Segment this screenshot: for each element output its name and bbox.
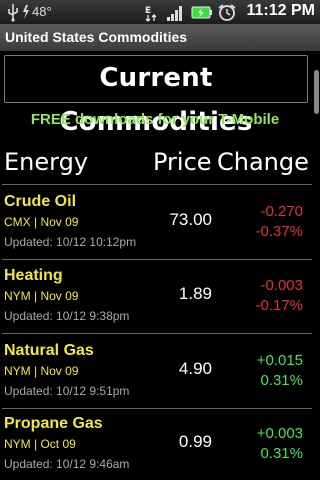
change-percent: 0.31% — [260, 372, 303, 389]
commodity-updated: Updated: 10/12 9:38pm — [4, 309, 130, 323]
commodity-exchange: NYM | Nov 09 — [4, 364, 79, 378]
change-value: -0.270 — [260, 203, 303, 220]
commodity-exchange: NYM | Oct 09 — [4, 437, 76, 451]
divider — [2, 184, 312, 185]
page-title: Current Commodities — [59, 63, 253, 137]
battery-icon — [191, 6, 212, 19]
commodity-name: Heating — [4, 267, 63, 284]
change-value: +0.003 — [256, 425, 303, 442]
commodity-price: 1.89 — [178, 284, 212, 303]
commodity-row-heating[interactable]: Heating NYM | Nov 09 Updated: 10/12 9:38… — [0, 267, 312, 341]
commodity-price: 4.90 — [178, 359, 212, 378]
alarm-icon — [218, 4, 236, 21]
commodity-row-crude-oil[interactable]: Crude Oil CMX | Nov 09 Updated: 10/12 10… — [0, 193, 312, 267]
status-bar: 48° E 11:12 PM — [0, 0, 320, 25]
divider — [2, 333, 312, 334]
column-header-energy: Energy — [4, 148, 89, 176]
divider — [2, 408, 312, 409]
commodity-updated: Updated: 10/12 9:51pm — [4, 384, 130, 398]
commodity-updated: Updated: 10/12 10:12pm — [4, 235, 137, 249]
signal-icon — [167, 6, 182, 21]
commodity-change: +0.015 0.31% — [257, 351, 303, 391]
commodity-name: Propane Gas — [4, 415, 103, 432]
commodity-price: 0.99 — [178, 432, 212, 451]
clock-text: 11:12 PM — [246, 2, 315, 19]
commodity-row-propane-gas[interactable]: Propane Gas NYM | Oct 09 Updated: 10/12 … — [0, 415, 312, 480]
change-percent: -0.37% — [255, 223, 303, 240]
commodity-exchange: NYM | Nov 09 — [4, 289, 79, 303]
svg-text:E: E — [145, 6, 151, 16]
change-value: +0.015 — [256, 352, 303, 369]
change-value: -0.003 — [260, 277, 303, 294]
divider — [2, 259, 312, 260]
commodity-row-natural-gas[interactable]: Natural Gas NYM | Nov 09 Updated: 10/12 … — [0, 342, 312, 416]
commodity-updated: Updated: 10/12 9:46am — [4, 457, 130, 471]
change-percent: -0.17% — [255, 297, 303, 314]
commodity-exchange: CMX | Nov 09 — [4, 215, 79, 229]
commodity-price: 73.00 — [169, 210, 212, 229]
column-header-change: Change — [217, 148, 309, 176]
commodity-change: +0.003 0.31% — [257, 424, 303, 464]
promo-banner-link[interactable]: FREE downloads for your T-Mobile — [0, 111, 310, 128]
scrollbar-thumb[interactable] — [314, 70, 319, 114]
usb-icon — [8, 4, 18, 22]
commodity-change: -0.003 -0.17% — [255, 276, 303, 316]
commodity-name: Crude Oil — [4, 193, 77, 210]
data-icon: E — [145, 6, 157, 22]
change-percent: 0.31% — [260, 445, 303, 462]
commodity-name: Natural Gas — [4, 342, 94, 359]
app-title-bar: United States Commodities — [0, 25, 320, 51]
app-title: United States Commodities — [5, 29, 188, 45]
page-heading-box: Current Commodities — [4, 55, 308, 137]
weather-icon — [23, 5, 29, 19]
commodity-change: -0.270 -0.37% — [255, 202, 303, 242]
column-header-price: Price — [153, 148, 212, 176]
temperature-text: 48° — [32, 4, 52, 19]
